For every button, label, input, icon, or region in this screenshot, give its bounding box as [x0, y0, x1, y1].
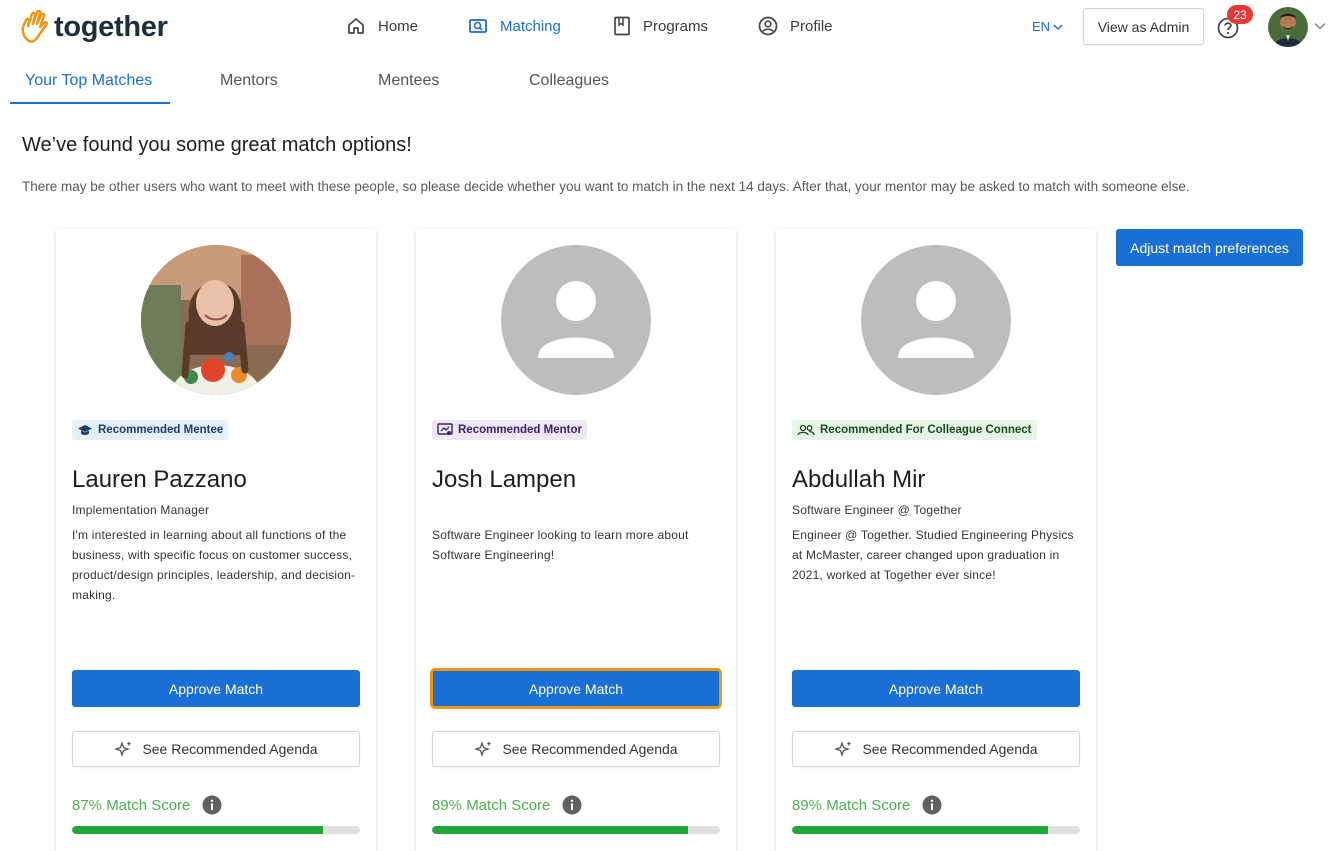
top-navigation: together Home Matching Programs Profile … [0, 0, 1338, 56]
nav-home-label: Home [378, 17, 419, 35]
agenda-label: See Recommended Agenda [142, 741, 318, 757]
nav-programs-label: Programs [643, 17, 709, 35]
default-avatar-icon [861, 245, 1011, 395]
nav-matching-label: Matching [500, 17, 561, 35]
nav-profile-label: Profile [790, 17, 833, 35]
people-icon [797, 424, 815, 436]
match-role: Implementation Manager [72, 503, 210, 517]
tab-mentees[interactable]: Mentees [378, 72, 439, 90]
tag-label: Recommended Mentee [98, 424, 224, 436]
see-recommended-agenda-button[interactable]: See Recommended Agenda [72, 731, 360, 767]
agenda-label: See Recommended Agenda [862, 741, 1038, 757]
chevron-down-icon [1053, 23, 1063, 30]
match-card: Recommended For Colleague Connect Abdull… [776, 229, 1096, 851]
account-menu-chevron-icon[interactable] [1314, 22, 1326, 30]
profile-photo [141, 245, 291, 395]
notification-badge: 23 [1227, 5, 1253, 24]
match-role: Software Engineer @ Together [792, 503, 962, 517]
match-score: 87% Match Score [72, 795, 222, 815]
info-icon[interactable] [202, 795, 222, 815]
match-score-label: 87% Match Score [72, 796, 191, 814]
match-score-bar [72, 826, 360, 834]
sparkles-icon [474, 740, 492, 758]
default-avatar-icon [501, 245, 651, 395]
match-name: Lauren Pazzano [72, 466, 247, 493]
match-score-bar-fill [792, 826, 1049, 834]
match-bio: Engineer @ Together. Studied Engineering… [792, 528, 1074, 582]
see-recommended-agenda-button[interactable]: See Recommended Agenda [792, 731, 1080, 767]
together-logo[interactable]: together [20, 10, 168, 44]
language-selector[interactable]: EN [1032, 19, 1063, 34]
language-label: EN [1032, 19, 1051, 34]
view-as-admin-button[interactable]: View as Admin [1083, 8, 1204, 45]
info-icon[interactable] [922, 795, 942, 815]
home-icon [348, 18, 364, 34]
approve-match-button[interactable]: Approve Match [792, 670, 1080, 707]
tab-colleagues[interactable]: Colleagues [529, 72, 609, 90]
match-score-label: 89% Match Score [792, 796, 911, 814]
waving-hand-icon [21, 10, 49, 43]
nav-home[interactable]: Home [346, 16, 418, 36]
page-title: We’ve found you some great match options… [22, 134, 412, 156]
match-score-label: 89% Match Score [432, 796, 551, 814]
match-score-bar [792, 826, 1080, 834]
book-icon [614, 16, 630, 36]
adjust-match-preferences-button[interactable]: Adjust match preferences [1116, 229, 1303, 266]
nav-profile[interactable]: Profile [758, 16, 833, 36]
recommended-mentee-tag: Recommended Mentee [72, 420, 229, 440]
match-score-bar-fill [432, 826, 689, 834]
match-bio: I'm interested in learning about all fun… [72, 528, 356, 602]
approve-match-button[interactable]: Approve Match [430, 668, 722, 709]
recommended-mentor-tag: Recommended Mentor [432, 420, 587, 440]
profile-photo-placeholder [861, 245, 1011, 395]
match-bio: Software Engineer looking to learn more … [432, 528, 689, 562]
match-score: 89% Match Score [792, 795, 942, 815]
recommended-colleague-tag: Recommended For Colleague Connect [792, 420, 1037, 440]
matching-icon [469, 19, 487, 33]
match-score-bar-fill [72, 826, 323, 834]
match-card: Recommended Mentee Lauren Pazzano Implem… [56, 229, 376, 851]
match-name: Josh Lampen [432, 466, 577, 493]
see-recommended-agenda-button[interactable]: See Recommended Agenda [432, 731, 720, 767]
sparkles-icon [114, 740, 132, 758]
brand-name: together [54, 10, 168, 43]
match-score-bar [432, 826, 720, 834]
graduation-cap-icon [78, 425, 92, 435]
active-tab-indicator [10, 102, 170, 104]
match-card: Recommended Mentor Josh Lampen Software … [416, 229, 736, 851]
tab-your-top-matches[interactable]: Your Top Matches [25, 72, 152, 90]
tab-mentors[interactable]: Mentors [220, 72, 278, 90]
agenda-label: See Recommended Agenda [502, 741, 678, 757]
profile-photo-placeholder [501, 245, 651, 395]
tag-label: Recommended Mentor [458, 424, 582, 436]
tag-label: Recommended For Colleague Connect [820, 424, 1032, 436]
approve-match-button[interactable]: Approve Match [72, 670, 360, 707]
match-score: 89% Match Score [432, 795, 582, 815]
match-name: Abdullah Mir [792, 466, 926, 493]
sparkles-icon [834, 740, 852, 758]
nav-matching[interactable]: Matching [468, 16, 561, 36]
info-icon[interactable] [562, 795, 582, 815]
user-avatar[interactable] [1268, 7, 1308, 47]
presentation-icon [437, 423, 453, 435]
nav-programs[interactable]: Programs [613, 16, 708, 36]
page-description: There may be other users who want to mee… [22, 179, 1190, 194]
profile-icon [758, 16, 778, 36]
